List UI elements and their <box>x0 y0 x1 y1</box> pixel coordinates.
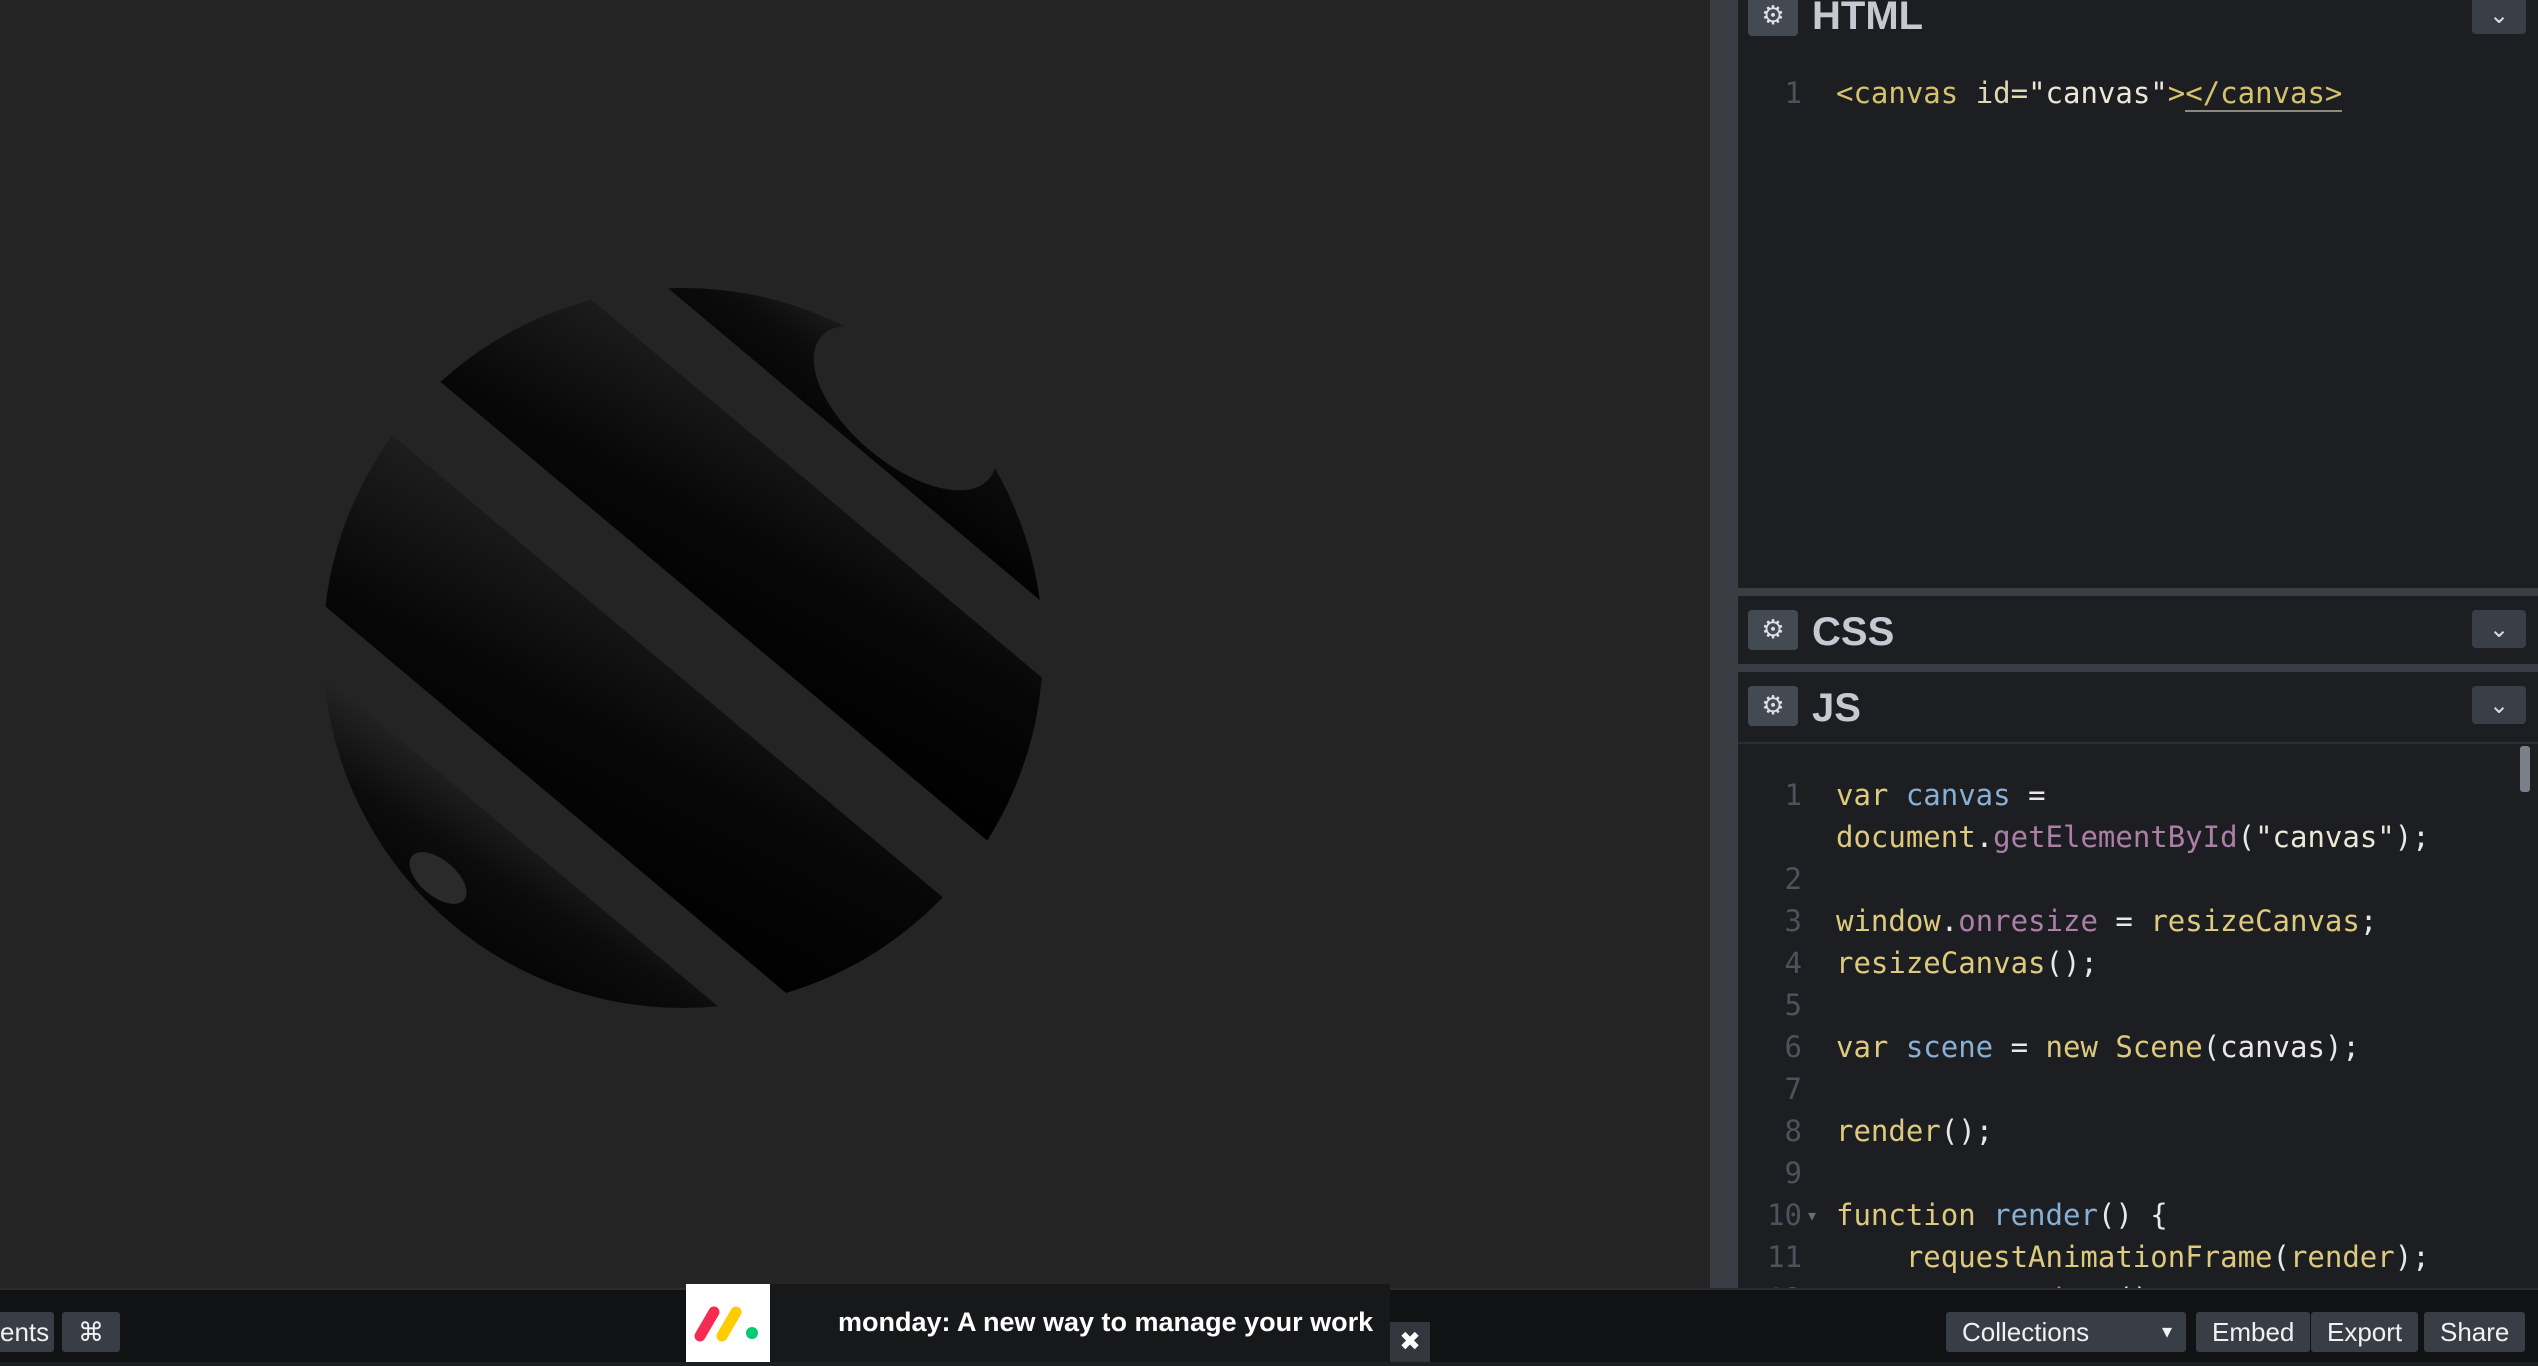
keyboard-shortcuts-button[interactable]: ⌘ <box>62 1312 120 1352</box>
code-text: var scene = new Scene(canvas); <box>1836 1030 2360 1064</box>
line-number: 11 <box>1767 1240 1802 1274</box>
comments-button[interactable]: ents <box>0 1312 54 1352</box>
chevron-down-icon: ⌄ <box>2488 1 2510 29</box>
ad-banner[interactable]: monday: A new way to manage your work <box>686 1284 1390 1362</box>
js-code-editor[interactable]: 1 var canvas = document.getElementById("ca… <box>1738 742 2538 1290</box>
collections-label: Collections <box>1962 1317 2090 1347</box>
line-number: 5 <box>1784 988 1802 1022</box>
code-line[interactable]: 6 var scene = new Scene(canvas); <box>1738 1026 2538 1068</box>
pane-resize-handle[interactable] <box>1710 0 1738 1288</box>
css-settings-button[interactable]: ⚙ <box>1748 610 1798 650</box>
html-panel-header: ⚙ HTML ⌄ <box>1738 0 2538 42</box>
ad-text[interactable]: monday: A new way to manage your work <box>838 1302 1373 1342</box>
close-icon: ✖ <box>1399 1327 1421 1357</box>
command-icon: ⌘ <box>78 1317 104 1347</box>
line-number: 1 <box>1784 76 1802 110</box>
line-number: 7 <box>1784 1072 1802 1106</box>
code-line[interactable]: 5 <box>1738 984 2538 1026</box>
js-collapse-button[interactable]: ⌄ <box>2472 686 2526 724</box>
embed-button[interactable]: Embed <box>2196 1312 2311 1352</box>
code-line[interactable]: 4 resizeCanvas(); <box>1738 942 2538 984</box>
line-number: 9 <box>1784 1156 1802 1190</box>
code-text: var canvas = <box>1836 778 2046 812</box>
line-number: 6 <box>1784 1030 1802 1064</box>
html-settings-button[interactable]: ⚙ <box>1748 0 1798 36</box>
chevron-down-icon: ⌄ <box>2488 615 2510 643</box>
result-preview <box>0 0 1710 1288</box>
html-code-editor[interactable]: 1 <canvas id="canvas"></canvas> <box>1738 42 2538 588</box>
code-text: <canvas id="canvas"></canvas> <box>1836 76 2343 112</box>
code-text: function render() { <box>1836 1198 2168 1232</box>
js-panel-title: JS <box>1812 686 1861 730</box>
ad-close-button[interactable]: ✖ <box>1390 1322 1430 1362</box>
panel-separator[interactable] <box>1738 664 2538 672</box>
gear-icon: ⚙ <box>1761 1 1785 31</box>
code-line[interactable]: 1 var canvas = <box>1738 774 2538 816</box>
gear-icon: ⚙ <box>1761 615 1785 645</box>
css-collapse-button[interactable]: ⌄ <box>2472 610 2526 648</box>
code-line[interactable]: 8 render(); <box>1738 1110 2538 1152</box>
code-text: document.getElementById("canvas"); <box>1836 820 2430 854</box>
code-line[interactable]: 9 <box>1738 1152 2538 1194</box>
js-settings-button[interactable]: ⚙ <box>1748 686 1798 726</box>
monday-logo <box>686 1284 770 1362</box>
gear-icon: ⚙ <box>1761 691 1785 721</box>
code-line[interactable]: 11 requestAnimationFrame(render); <box>1738 1236 2538 1278</box>
code-line[interactable]: 1 <canvas id="canvas"></canvas> <box>1738 72 2538 114</box>
css-panel-title: CSS <box>1812 610 1895 654</box>
code-text: render(); <box>1836 1114 1994 1148</box>
collections-button[interactable]: Collections ▾ <box>1946 1312 2186 1352</box>
line-number: 10 <box>1767 1198 1802 1232</box>
line-number: 3 <box>1784 904 1802 938</box>
fold-arrow-icon[interactable]: ▾ <box>1806 1194 1818 1236</box>
panel-separator[interactable] <box>1738 588 2538 596</box>
line-number: 2 <box>1784 862 1802 896</box>
html-collapse-button[interactable]: ⌄ <box>2472 0 2526 34</box>
html-panel-title: HTML <box>1812 0 1924 38</box>
code-line[interactable]: document.getElementById("canvas"); <box>1738 816 2538 858</box>
code-text: window.onresize = resizeCanvas; <box>1836 904 2378 938</box>
caret-down-icon: ▾ <box>2161 1321 2172 1343</box>
code-line[interactable]: 3 window.onresize = resizeCanvas; <box>1738 900 2538 942</box>
css-panel-header: ⚙ CSS ⌄ <box>1738 596 2538 666</box>
js-panel-header: ⚙ JS ⌄ <box>1738 672 2538 742</box>
code-line[interactable]: 10 ▾ function render() { <box>1738 1194 2538 1236</box>
export-button[interactable]: Export <box>2311 1312 2419 1352</box>
code-text: resizeCanvas(); <box>1836 946 2098 980</box>
sphere-graphic <box>323 288 1043 1008</box>
code-line[interactable]: 7 <box>1738 1068 2538 1110</box>
code-text: requestAnimationFrame(render); <box>1836 1240 2430 1274</box>
line-number: 4 <box>1784 946 1802 980</box>
code-line[interactable]: 2 <box>1738 858 2538 900</box>
line-number: 8 <box>1784 1114 1802 1148</box>
line-number: 1 <box>1784 778 1802 812</box>
share-button[interactable]: Share <box>2424 1312 2526 1352</box>
editor-column: ⚙ HTML ⌄ 1 <canvas id="canvas"></canvas> … <box>1738 0 2538 1290</box>
chevron-down-icon: ⌄ <box>2488 691 2510 719</box>
